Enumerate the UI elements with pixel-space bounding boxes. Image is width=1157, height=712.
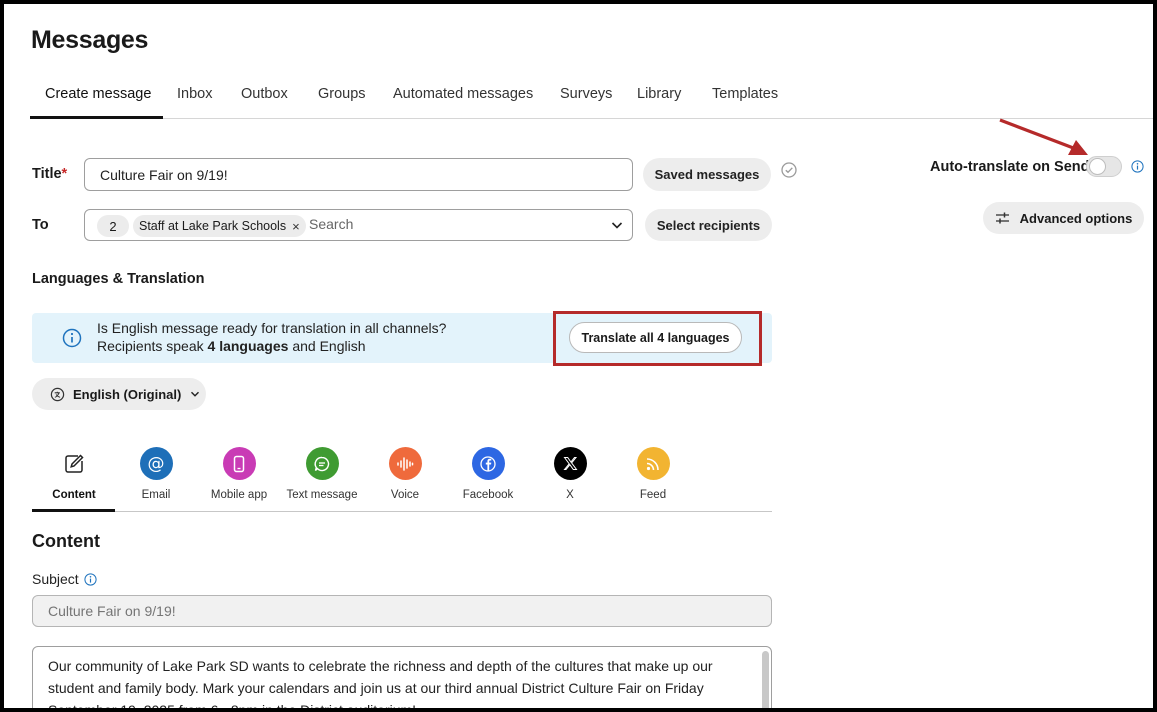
recipients-field[interactable]: 2 Staff at Lake Park Schools × Search xyxy=(84,209,633,241)
subject-label-text: Subject xyxy=(32,571,79,587)
channel-facebook[interactable]: Facebook xyxy=(447,445,529,501)
tab-outbox[interactable]: Outbox xyxy=(241,86,288,102)
banner-languages-summary: Recipients speak 4 languages and English xyxy=(97,338,366,354)
info-icon[interactable] xyxy=(84,572,97,586)
content-heading: Content xyxy=(32,531,100,551)
language-selector[interactable]: English (Original) xyxy=(32,378,206,410)
channel-label: Mobile app xyxy=(210,489,268,501)
channel-voice[interactable]: Voice xyxy=(364,445,446,501)
tab-inbox[interactable]: Inbox xyxy=(177,86,212,102)
advanced-options-button[interactable]: Advanced options xyxy=(983,202,1144,234)
app-window: Messages Create message Inbox Outbox Gro… xyxy=(4,4,1153,708)
annotation-highlight-box xyxy=(553,311,762,366)
subject-input[interactable] xyxy=(32,595,772,627)
chevron-down-icon[interactable] xyxy=(610,218,624,232)
channel-label: Content xyxy=(52,489,96,501)
active-channel-indicator xyxy=(32,509,115,512)
subject-label: Subject xyxy=(32,571,97,587)
voice-icon xyxy=(388,447,422,480)
to-label: To xyxy=(32,217,49,233)
tab-library[interactable]: Library xyxy=(637,86,681,102)
recipient-chip: Staff at Lake Park Schools × xyxy=(133,215,306,237)
channel-label: Voice xyxy=(390,489,420,501)
x-icon xyxy=(553,447,587,480)
sliders-icon xyxy=(995,212,1009,224)
page-title: Messages xyxy=(31,26,149,54)
phone-icon xyxy=(222,447,256,480)
tab-automated-messages[interactable]: Automated messages xyxy=(393,86,533,102)
channel-label: Feed xyxy=(639,489,667,501)
select-recipients-button[interactable]: Select recipients xyxy=(645,209,772,241)
tab-bar: Create message Inbox Outbox Groups Autom… xyxy=(30,80,1153,119)
banner-language-count: 4 languages xyxy=(207,338,289,354)
channel-label: X xyxy=(566,489,574,501)
textarea-scrollbar[interactable] xyxy=(762,651,769,708)
translate-icon xyxy=(50,387,65,401)
selected-language: English (Original) xyxy=(73,386,182,402)
edit-icon xyxy=(58,447,91,480)
info-icon[interactable] xyxy=(1131,160,1144,173)
banner-prefix: Recipients speak xyxy=(97,338,208,354)
banner-suffix: and English xyxy=(288,338,366,354)
translation-banner: Is English message ready for translation… xyxy=(32,311,772,366)
tab-create-message[interactable]: Create message xyxy=(45,86,151,102)
channel-label: Text message xyxy=(286,489,358,501)
message-body-textarea[interactable]: Our community of Lake Park SD wants to c… xyxy=(32,646,772,708)
channel-tabs: Content @ Email Mobile app Text message … xyxy=(32,442,772,512)
tab-templates[interactable]: Templates xyxy=(712,86,778,102)
required-mark: * xyxy=(61,166,68,182)
channel-x[interactable]: X xyxy=(529,445,611,501)
recipient-count-badge: 2 xyxy=(97,215,129,237)
channel-label: Email xyxy=(141,489,171,501)
languages-section-title: Languages & Translation xyxy=(32,271,205,287)
channel-label: Facebook xyxy=(462,489,514,501)
toggle-knob xyxy=(1089,158,1106,175)
recipient-chip-label: Staff at Lake Park Schools xyxy=(139,219,287,233)
title-label: Title* xyxy=(32,166,67,182)
remove-recipient-icon[interactable]: × xyxy=(292,219,300,234)
info-icon xyxy=(62,328,82,348)
chevron-down-icon xyxy=(191,391,200,397)
check-circle-icon xyxy=(781,162,797,178)
active-tab-indicator xyxy=(30,116,163,119)
auto-translate-toggle[interactable] xyxy=(1086,156,1122,177)
tab-surveys[interactable]: Surveys xyxy=(560,86,612,102)
message-body-text: Our community of Lake Park SD wants to c… xyxy=(48,658,713,708)
advanced-options-label: Advanced options xyxy=(1019,210,1133,226)
saved-messages-button[interactable]: Saved messages xyxy=(643,158,771,191)
title-input[interactable] xyxy=(84,158,633,191)
at-icon: @ xyxy=(139,447,173,480)
auto-translate-label: Auto-translate on Send xyxy=(930,159,1090,175)
banner-question: Is English message ready for translation… xyxy=(97,320,447,336)
channel-mobile-app[interactable]: Mobile app xyxy=(198,445,280,501)
title-label-text: Title xyxy=(32,166,62,182)
channel-content[interactable]: Content xyxy=(33,445,115,501)
facebook-icon xyxy=(471,447,505,480)
rss-icon xyxy=(636,447,670,480)
recipient-search-placeholder[interactable]: Search xyxy=(309,216,353,232)
chat-icon xyxy=(305,447,339,480)
channel-text-message[interactable]: Text message xyxy=(281,445,363,501)
annotation-arrow xyxy=(999,118,1088,155)
channel-feed[interactable]: Feed xyxy=(612,445,694,501)
channel-email[interactable]: @ Email xyxy=(115,445,197,501)
tab-groups[interactable]: Groups xyxy=(318,86,366,102)
